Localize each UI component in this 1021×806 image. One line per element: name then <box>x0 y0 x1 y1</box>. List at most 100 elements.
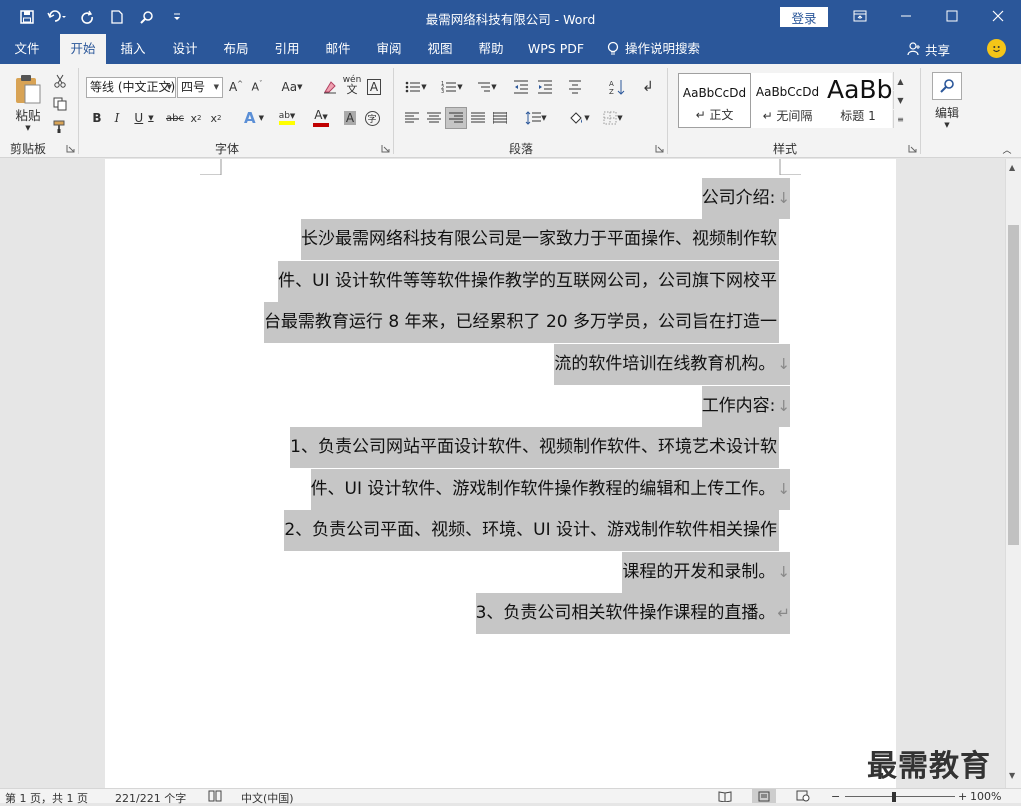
decrease-indent-icon[interactable] <box>510 76 532 98</box>
clipboard-group-label: 剪贴板 <box>10 142 47 156</box>
doc-line: 2、负责公司平面、视频、环境、UI 设计、游戏制作软件相关操作 <box>284 510 779 551</box>
font-name-combo[interactable]: 等线 (中文正文) ▼ <box>86 77 176 98</box>
numbering-icon[interactable]: 1 2 3 ▼ <box>436 76 468 98</box>
style-no-spacing[interactable]: AaBbCcDd ↵ 无间隔 <box>751 73 824 128</box>
share-button[interactable]: 共享 <box>907 34 950 64</box>
shrink-font-icon[interactable]: Aˇ <box>248 76 266 98</box>
zoom-level[interactable]: 100% <box>970 790 1001 803</box>
strikethrough-icon[interactable]: abc <box>164 107 186 129</box>
ribbon-tabs: 文件 开始 插入 设计 布局 引用 邮件 审阅 视图 帮助 WPS PDF 操作… <box>0 34 1021 64</box>
tab-references[interactable]: 引用 <box>264 34 310 64</box>
tab-file[interactable]: 文件 <box>2 34 52 64</box>
justify-icon[interactable] <box>468 107 488 129</box>
style-name: ↵ 无间隔 <box>762 109 813 123</box>
collapse-ribbon-icon[interactable]: ︿ <box>1000 142 1014 156</box>
document-page[interactable]: 公司介绍: ↓ 长沙最需网络科技有限公司是一家致力于平面操作、视频制作软 件、UI… <box>105 159 896 788</box>
font-size-combo[interactable]: 四号 ▼ <box>177 77 223 98</box>
vertical-scrollbar[interactable]: ▲ ▼ <box>1005 159 1021 788</box>
phonetic-guide-icon[interactable]: wén 文 <box>342 74 362 96</box>
style-name: ↵ 正文 <box>695 108 734 122</box>
page-count[interactable]: 第 1 页，共 1 页 <box>5 790 88 806</box>
gallery-scroll-up-icon[interactable]: ▲ <box>893 72 907 90</box>
style-normal[interactable]: AaBbCcDd ↵ 正文 <box>678 73 751 128</box>
clipboard-icon <box>16 74 41 103</box>
underline-icon[interactable]: U ▼ <box>130 107 158 129</box>
zoom-slider[interactable] <box>845 796 955 797</box>
style-heading-1[interactable]: AaBb 标题 1 <box>824 73 892 128</box>
shading-icon[interactable]: ▼ <box>564 107 594 129</box>
sort-icon[interactable]: AZ <box>606 76 628 98</box>
italic-icon[interactable]: I <box>108 107 126 129</box>
dialog-launcher-icon[interactable] <box>655 144 664 153</box>
change-case-icon[interactable]: Aa ▼ <box>278 76 306 98</box>
tell-me-search[interactable]: 操作说明搜索 <box>607 34 717 64</box>
style-name: 标题 1 <box>840 109 876 123</box>
scrollbar-thumb[interactable] <box>1008 225 1019 545</box>
minimize-icon[interactable] <box>891 5 921 27</box>
font-color-icon[interactable]: A▼ <box>306 107 336 129</box>
show-formatting-marks-icon[interactable]: ↲ <box>638 76 658 98</box>
dialog-launcher-icon[interactable] <box>908 144 917 153</box>
doc-line: 3、负责公司相关软件操作课程的直播。 ↵ <box>475 593 790 634</box>
login-button[interactable]: 登录 <box>780 7 828 27</box>
bullets-icon[interactable]: ▼ <box>400 76 432 98</box>
print-layout-icon[interactable] <box>752 789 776 803</box>
line-spacing-icon[interactable]: ▼ <box>520 107 552 129</box>
align-center-icon[interactable] <box>424 107 444 129</box>
close-icon[interactable] <box>983 5 1013 27</box>
tab-design[interactable]: 设计 <box>162 34 208 64</box>
superscript-icon[interactable]: x2 <box>208 107 224 129</box>
align-left-icon[interactable] <box>402 107 422 129</box>
editing-button[interactable]: 编辑 ▼ <box>929 70 965 130</box>
character-shading-icon[interactable]: A <box>341 107 359 129</box>
tab-wps-pdf[interactable]: WPS PDF <box>522 34 590 64</box>
doc-line: 件、UI 设计软件等等软件操作教学的互联网公司，公司旗下网校平 <box>278 261 779 302</box>
highlight-icon[interactable]: ab▼ <box>272 107 302 129</box>
gallery-scroll-down-icon[interactable]: ▼ <box>893 91 907 109</box>
multilevel-list-icon[interactable]: ▼ <box>470 76 502 98</box>
svg-text:Z: Z <box>609 88 614 95</box>
status-bar: 第 1 页，共 1 页 221/221 个字 中文(中国) − + 100% <box>0 788 1021 806</box>
chinese-layout-icon[interactable] <box>564 76 586 98</box>
search-icon <box>932 71 962 100</box>
increase-indent-icon[interactable] <box>534 76 556 98</box>
bold-icon[interactable]: B <box>88 107 106 129</box>
tab-insert[interactable]: 插入 <box>110 34 156 64</box>
scroll-down-icon[interactable]: ▼ <box>1009 771 1015 780</box>
maximize-icon[interactable] <box>937 5 967 27</box>
copy-icon[interactable] <box>50 93 70 115</box>
zoom-in-icon[interactable]: + <box>958 790 967 803</box>
tab-review[interactable]: 审阅 <box>366 34 412 64</box>
tab-mailings[interactable]: 邮件 <box>315 34 361 64</box>
paste-button[interactable]: 粘贴 ▼ <box>8 70 48 134</box>
doc-line: 件、UI 设计软件、游戏制作软件操作教程的编辑和上传工作。 ↓ <box>310 469 790 510</box>
borders-icon[interactable]: ▼ <box>598 107 628 129</box>
tab-layout[interactable]: 布局 <box>213 34 259 64</box>
dialog-launcher-icon[interactable] <box>381 144 390 153</box>
zoom-slider-thumb[interactable] <box>892 792 896 802</box>
scroll-up-icon[interactable]: ▲ <box>1009 163 1015 172</box>
subscript-icon[interactable]: x2 <box>188 107 204 129</box>
format-painter-icon[interactable] <box>50 116 70 138</box>
svg-text:3: 3 <box>441 89 444 94</box>
gallery-more-icon[interactable]: ≡ <box>893 110 907 128</box>
distributed-icon[interactable] <box>490 107 510 129</box>
tab-view[interactable]: 视图 <box>417 34 463 64</box>
doc-line: 台最需教育运行 8 年来，已经累积了 20 多万学员，公司旨在打造一 <box>263 302 779 343</box>
zoom-out-icon[interactable]: − <box>831 790 840 803</box>
character-border-icon[interactable]: A <box>364 76 384 98</box>
text-effects-icon[interactable]: A ▼ <box>240 107 268 129</box>
language-indicator[interactable]: 中文(中国) <box>241 790 294 806</box>
font-name-value: 等线 (中文正文) <box>90 80 176 94</box>
dialog-launcher-icon[interactable] <box>66 144 75 153</box>
clear-formatting-icon[interactable] <box>320 76 340 98</box>
grow-font-icon[interactable]: A^ <box>227 76 245 98</box>
tab-home[interactable]: 开始 <box>60 34 106 64</box>
align-right-icon[interactable] <box>445 107 467 129</box>
feedback-smiley-icon[interactable] <box>987 39 1006 58</box>
enclose-characters-icon[interactable]: 字 <box>362 107 382 129</box>
cut-icon[interactable] <box>50 70 70 92</box>
word-count[interactable]: 221/221 个字 <box>115 790 186 806</box>
ribbon-display-options-icon[interactable] <box>845 5 875 27</box>
tab-help[interactable]: 帮助 <box>468 34 514 64</box>
